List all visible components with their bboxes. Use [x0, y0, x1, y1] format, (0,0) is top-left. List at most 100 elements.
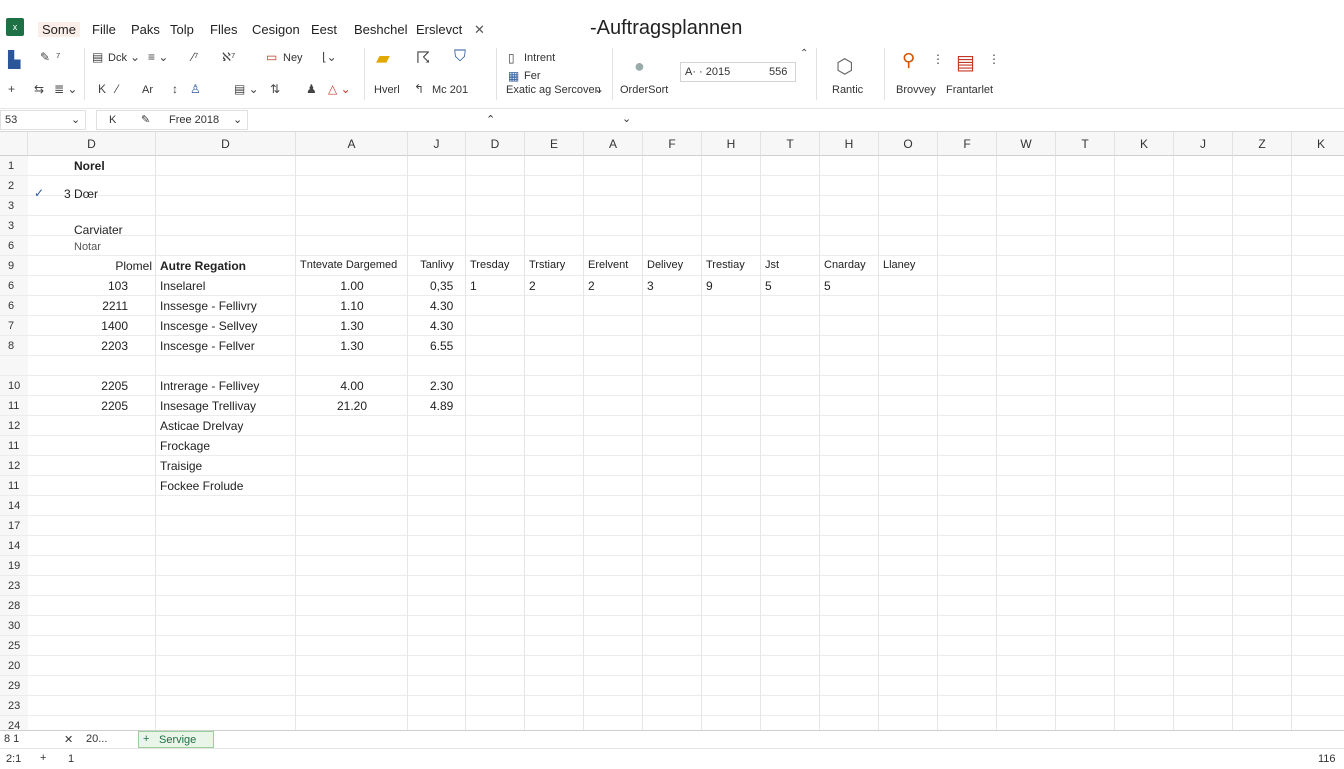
cancel-icon[interactable]: K	[109, 114, 116, 126]
align-icon[interactable]: ≡ ⌄	[148, 50, 168, 64]
spreadsheet-grid[interactable]: D D A J D E A F H T H O F W T K J Z K 1 2 3 3 6 9 6 6 7 8 10 11 12 11 12 1…	[0, 132, 1344, 730]
close-sheet-icon[interactable]: ✕	[64, 733, 73, 746]
row-header[interactable]: 20	[0, 656, 28, 676]
row-header[interactable]: 3	[0, 216, 28, 236]
column-header[interactable]: H	[820, 132, 879, 156]
data-cell[interactable]: 3	[647, 279, 698, 293]
plus-icon[interactable]: +	[8, 82, 15, 96]
row-header[interactable]: 11	[0, 476, 28, 496]
menu-flles[interactable]: Flles	[210, 22, 237, 37]
column-header[interactable]: W	[997, 132, 1056, 156]
height-icon[interactable]: ↕	[172, 82, 178, 96]
chart-icon[interactable]: ▭	[266, 50, 277, 64]
list-item[interactable]: Frockage	[160, 439, 292, 453]
row-header[interactable]: 30	[0, 616, 28, 636]
sheet-tab-active[interactable]: + Servige	[138, 731, 214, 748]
excel-app-icon[interactable]: x	[6, 18, 24, 36]
header-cell[interactable]: Jst	[765, 259, 816, 271]
data-cell[interactable]: 1.30	[300, 339, 404, 353]
row-header[interactable]: 9	[0, 256, 28, 276]
text-size-icon[interactable]: ⁄⁷	[192, 50, 198, 64]
row-header[interactable]: 2	[0, 176, 28, 196]
header-cell[interactable]: Llaney	[883, 259, 934, 271]
warning-icon[interactable]: △ ⌄	[328, 82, 351, 96]
border-icon[interactable]: ▤ ⌄	[234, 82, 259, 96]
sort-icon[interactable]: ⌊⌄	[322, 50, 337, 64]
menu-cesigon[interactable]: Cesigon	[252, 22, 300, 37]
data-cell[interactable]: 1.30	[300, 319, 404, 333]
menu-tolp[interactable]: Tolp	[170, 22, 194, 37]
huerl-button[interactable]: Hverl	[374, 84, 400, 96]
data-cell[interactable]: 6.55	[412, 339, 480, 353]
data-cell[interactable]: 2211	[32, 299, 152, 313]
row-header[interactable]: 11	[0, 396, 28, 416]
row-header[interactable]: 10	[0, 376, 28, 396]
row-header[interactable]: 28	[0, 596, 28, 616]
row-header[interactable]: 23	[0, 696, 28, 716]
fer-button[interactable]: Fer	[524, 70, 541, 82]
column-header[interactable]: H	[702, 132, 761, 156]
column-header[interactable]: Z	[1233, 132, 1292, 156]
more-icon[interactable]: ⋮	[932, 52, 944, 66]
data-cell[interactable]: 9	[706, 279, 757, 293]
font-style-dropdown[interactable]: Ney	[283, 52, 303, 64]
table-icon[interactable]: ▤	[92, 50, 103, 64]
formula-input[interactable]: K ✎ Free 2018 ⌄	[96, 110, 248, 130]
column-header[interactable]: A	[296, 132, 408, 156]
check-icon[interactable]: ✓	[34, 186, 44, 200]
data-cell[interactable]: Inssesge - Fellivry	[160, 299, 292, 313]
sort-ascending-icon[interactable]: ⇅	[270, 82, 280, 96]
row-header[interactable]: 25	[0, 636, 28, 656]
data-cell[interactable]: 1400	[32, 319, 152, 333]
expand-icon[interactable]: ⌄	[622, 112, 631, 125]
indent-icon[interactable]: ⇆	[34, 82, 44, 96]
header-cell[interactable]: Trestiay	[706, 259, 757, 271]
header-dargemed[interactable]: Tntevate Dargemed	[300, 259, 404, 271]
column-header[interactable]: T	[761, 132, 820, 156]
pen-icon[interactable]: ✎	[40, 50, 50, 64]
row-header[interactable]: 23	[0, 576, 28, 596]
italic-icon[interactable]: K	[98, 82, 106, 96]
find-icon[interactable]: ⚲	[902, 50, 915, 71]
header-cell[interactable]: Delivey	[647, 259, 698, 271]
arrow-icon[interactable]: ↰	[414, 82, 424, 96]
data-cell[interactable]: 4.30	[412, 299, 480, 313]
row-header[interactable]: 3	[0, 196, 28, 216]
data-cell[interactable]: Inscesge - Fellver	[160, 339, 292, 353]
data-cell[interactable]: Inselarel	[160, 279, 292, 293]
list-item[interactable]: Traisige	[160, 459, 292, 473]
column-header[interactable]: J	[1174, 132, 1233, 156]
data-cell[interactable]: 5	[765, 279, 816, 293]
data-cell[interactable]: 5	[824, 279, 875, 293]
order-sort-button[interactable]: OrderSort	[620, 84, 668, 96]
row-header[interactable]: 14	[0, 536, 28, 556]
row-header[interactable]: 11	[0, 436, 28, 456]
column-header[interactable]: E	[525, 132, 584, 156]
header-cell[interactable]: Cnarday	[824, 259, 875, 271]
frantarlet-button[interactable]: Frantarlet	[946, 84, 993, 96]
header-cell[interactable]: Erelvent	[588, 259, 639, 271]
column-header[interactable]: T	[1056, 132, 1115, 156]
exatic-dropdown[interactable]: Exatic ag Sercoven	[506, 84, 601, 96]
percent-icon[interactable]: ℵ⁷	[222, 50, 235, 64]
data-cell[interactable]: 2205	[32, 399, 152, 413]
report-icon[interactable]: ▤	[956, 50, 975, 75]
column-header[interactable]: D	[28, 132, 156, 156]
format-painter-icon[interactable]: ☈	[416, 48, 430, 68]
ar-button[interactable]: Ar	[142, 84, 153, 96]
data-cell[interactable]: 1	[470, 279, 521, 293]
lines-icon[interactable]: ≣ ⌄	[54, 82, 77, 96]
column-header[interactable]: A	[584, 132, 643, 156]
row-header[interactable]: 1	[0, 156, 28, 176]
column-header[interactable]: D	[156, 132, 296, 156]
header-plomel[interactable]: Plomel	[32, 259, 152, 273]
menu-erslevct[interactable]: Erslevct	[416, 22, 462, 37]
header-cell[interactable]: Trstiary	[529, 259, 580, 271]
column-header[interactable]: O	[879, 132, 938, 156]
brush-icon[interactable]: ⁷	[56, 50, 60, 64]
column-header[interactable]: K	[1292, 132, 1344, 156]
row-header[interactable]: 12	[0, 416, 28, 436]
cell-notar[interactable]: Notar	[74, 241, 194, 253]
data-cell[interactable]: 4.30	[412, 319, 480, 333]
fx-icon[interactable]: ✎	[141, 113, 150, 126]
